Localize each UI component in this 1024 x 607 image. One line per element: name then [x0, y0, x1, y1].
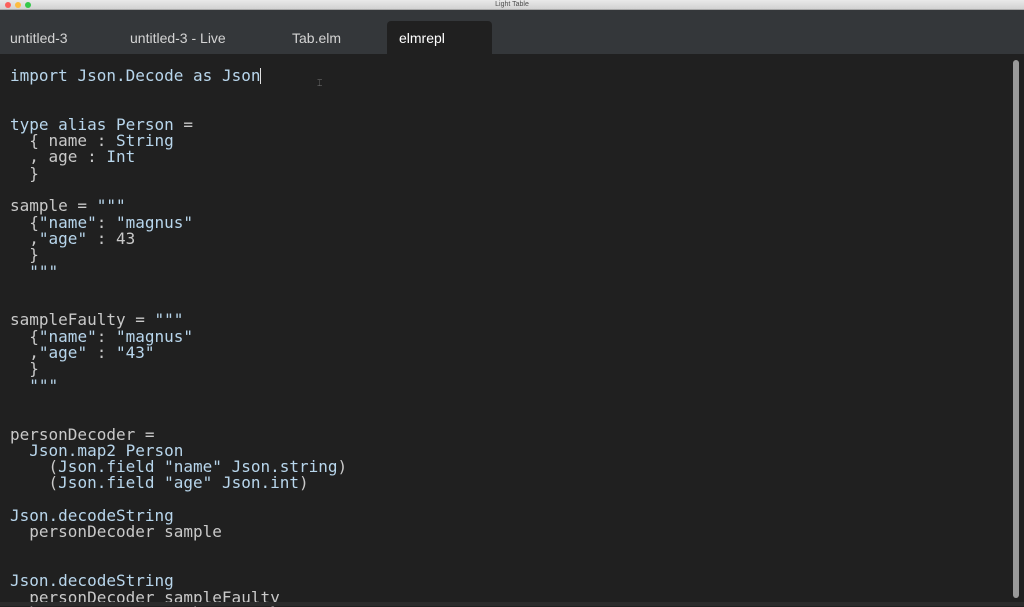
code-line[interactable]: [10, 394, 347, 410]
code-line[interactable]: ,"age" : 43: [10, 230, 347, 247]
code-line[interactable]: personDecoder sample: [10, 524, 347, 541]
code-line[interactable]: }: [10, 165, 347, 182]
code-content[interactable]: import Json.Decode as Json type alias Pe…: [10, 67, 347, 606]
code-line[interactable]: }: [10, 246, 347, 263]
tab-elmrepl[interactable]: elmrepl: [387, 21, 492, 54]
code-line[interactable]: , age : Int: [10, 149, 347, 166]
status-bar: [0, 602, 1024, 606]
window-title: Light Table: [495, 1, 529, 8]
code-line[interactable]: ,"age" : "43": [10, 344, 347, 361]
code-line[interactable]: (Json.field "age" Json.int): [10, 475, 347, 492]
light-table-window: Light Table untitled-3 untitled-3 - Live…: [0, 0, 1024, 606]
code-line[interactable]: """: [10, 377, 347, 394]
tab-tab-elm[interactable]: Tab.elm: [278, 21, 378, 54]
tab-untitled-3[interactable]: untitled-3: [0, 21, 110, 54]
code-line[interactable]: }: [10, 361, 347, 378]
text-caret: [260, 68, 262, 84]
code-line[interactable]: """: [10, 263, 347, 280]
scrollbar-thumb[interactable]: [1013, 60, 1019, 598]
code-line[interactable]: import Json.Decode as Json: [10, 67, 347, 84]
text-cursor-icon: ⌶: [317, 79, 323, 89]
tab-untitled-3-live[interactable]: untitled-3 - Live: [117, 21, 265, 54]
code-line[interactable]: [10, 84, 347, 100]
tab-bar: untitled-3 untitled-3 - Live Tab.elm elm…: [0, 10, 1024, 54]
code-line[interactable]: [10, 541, 347, 557]
code-line[interactable]: [10, 280, 347, 296]
title-bar: Light Table: [0, 0, 1024, 10]
code-editor[interactable]: import Json.Decode as Json type alias Pe…: [0, 54, 1010, 605]
